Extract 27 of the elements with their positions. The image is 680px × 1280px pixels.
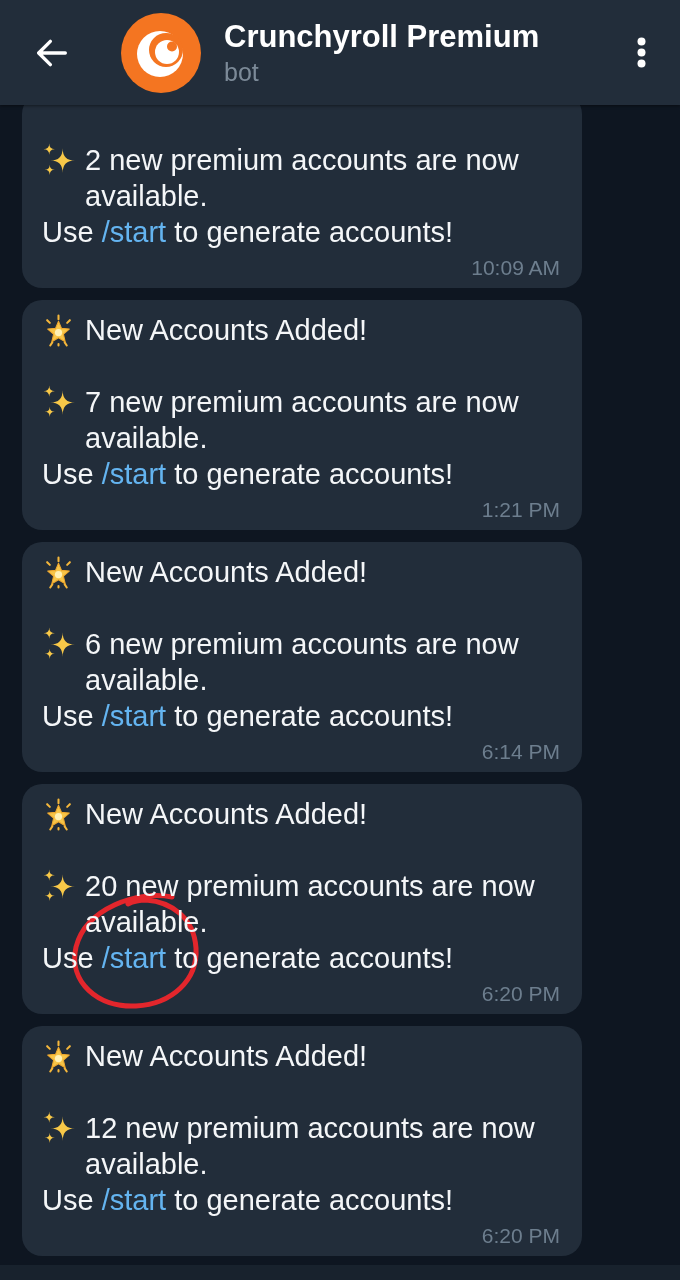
message-title: New Accounts Added! [85, 1039, 368, 1074]
instruction-text: Use /start to generate accounts! [42, 699, 455, 734]
chat-title: Crunchyroll Premium [224, 17, 541, 56]
instruction-text: Use /start to generate accounts! [42, 215, 455, 250]
message-time: 6:20 PM [481, 981, 560, 1007]
message-title: New Accounts Added! [85, 313, 368, 348]
instruction-text: Use /start to generate accounts! [42, 457, 455, 492]
message-text: 6 new premium accounts are now available. [85, 627, 520, 698]
chat-subtitle: bot [224, 56, 260, 88]
message-text: 12 new premium accounts are now available. [85, 1111, 536, 1182]
message-title: New Accounts Added! [85, 797, 368, 832]
avatar-logo-icon[interactable] [121, 12, 201, 93]
more-vertical-icon [637, 37, 646, 68]
message-time: 10:09 AM [471, 255, 560, 281]
message-time: 6:20 PM [481, 1223, 560, 1249]
message-time: 6:14 PM [481, 739, 560, 765]
instruction-text: Use /start to generate accounts! [42, 1183, 455, 1218]
message-title: New Accounts Added! [85, 555, 368, 590]
command-link[interactable]: /start [101, 1184, 167, 1216]
message-text: 7 new premium accounts are now available. [85, 385, 520, 456]
command-link[interactable]: /start [101, 700, 167, 732]
message-text: 2 new premium accounts are now available. [85, 143, 520, 214]
message-time: 1:21 PM [481, 497, 560, 523]
command-link[interactable]: /start [101, 216, 167, 248]
command-link[interactable]: /start [101, 942, 167, 974]
back-arrow-icon [37, 37, 67, 68]
command-link[interactable]: /start [101, 458, 167, 490]
